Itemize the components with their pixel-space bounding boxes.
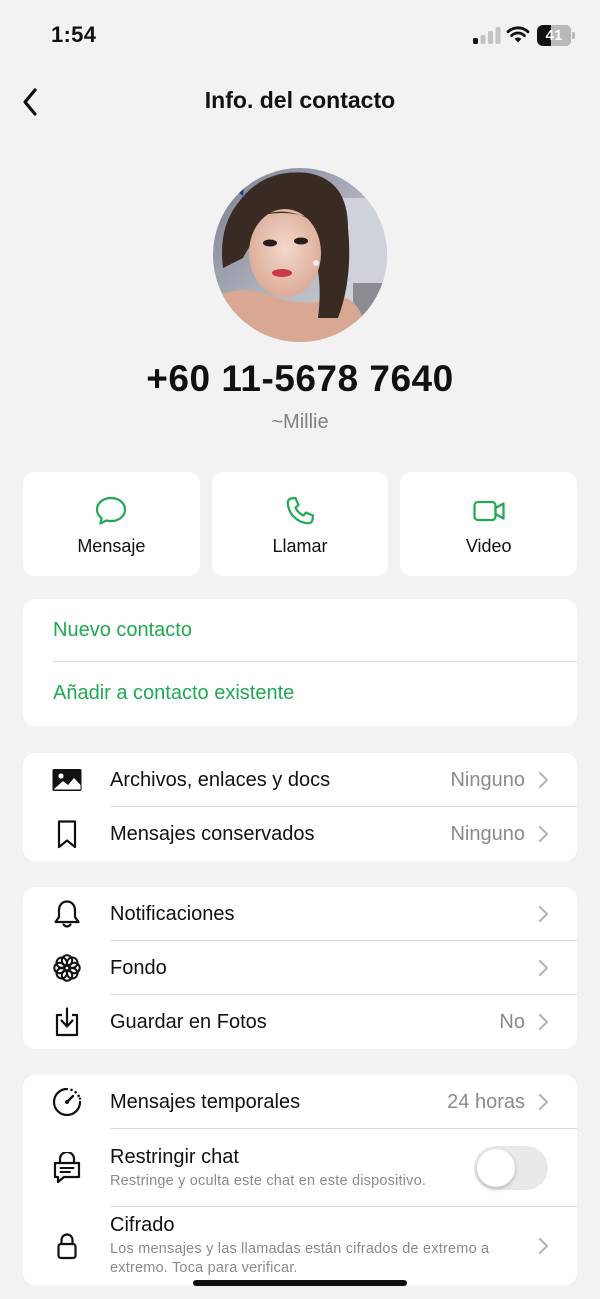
chevron-right-icon (538, 825, 549, 843)
starred-messages-row[interactable]: Mensajes conservados Ninguno (23, 807, 577, 861)
save-to-photos-value: No (499, 1010, 525, 1033)
chevron-right-icon (538, 959, 549, 977)
save-download-icon (55, 1007, 78, 1037)
status-time: 1:54 (51, 22, 97, 47)
restrict-chat-row: Restringir chat Restringe y oculta este … (23, 1129, 577, 1207)
restrict-chat-description: Restringe y oculta este chat en este dis… (110, 1172, 427, 1189)
toggle-knob (477, 1149, 515, 1187)
add-contact-card: Nuevo contacto Añadir a contacto existen… (23, 599, 577, 726)
timer-icon (52, 1087, 81, 1117)
wifi-icon (506, 26, 530, 43)
video-button-label: Video (465, 536, 512, 556)
new-contact-button[interactable]: Nuevo contacto (23, 599, 577, 662)
disappearing-messages-row[interactable]: Mensajes temporales 24 horas (23, 1075, 577, 1129)
wallpaper-label: Fondo (110, 956, 167, 979)
wallpaper-row[interactable]: Fondo (23, 941, 577, 995)
flower-icon (52, 954, 81, 982)
lock-icon (56, 1233, 77, 1260)
battery-percentage: 41 (545, 27, 563, 44)
video-camera-icon (473, 500, 505, 522)
status-bar: 1:54 41 (0, 0, 600, 72)
notifications-label: Notificaciones (110, 902, 235, 925)
save-to-photos-row[interactable]: Guardar en Fotos No (23, 995, 577, 1049)
chevron-right-icon (538, 771, 549, 789)
encryption-label: Cifrado (110, 1214, 175, 1236)
starred-messages-label: Mensajes conservados (110, 822, 315, 845)
save-to-photos-label: Guardar en Fotos (110, 1010, 267, 1033)
signal-icon (473, 27, 501, 44)
contact-phone-number: +60 11-5678 7640 (146, 358, 454, 399)
notifications-row[interactable]: Notificaciones (23, 887, 577, 941)
bookmark-icon (57, 820, 76, 849)
disappearing-messages-value: 24 horas (447, 1090, 525, 1113)
settings-card: Notificaciones Fondo Guardar en Fotos No (23, 887, 577, 1049)
chevron-right-icon (538, 905, 549, 923)
chat-lock-icon (53, 1152, 80, 1184)
encryption-row[interactable]: Cifrado Los mensajes y las llamadas está… (23, 1207, 577, 1285)
home-indicator[interactable] (193, 1280, 407, 1286)
starred-messages-value: Ninguno (450, 822, 525, 845)
battery-icon: 41 (537, 25, 575, 46)
image-icon (52, 769, 81, 791)
phone-icon (286, 496, 315, 525)
media-card: Archivos, enlaces y docs Ninguno Mensaje… (23, 753, 577, 861)
message-button-label: Mensaje (77, 536, 146, 556)
video-button[interactable]: Video (400, 472, 578, 576)
restrict-chat-label: Restringir chat (110, 1145, 239, 1168)
media-links-docs-value: Ninguno (450, 768, 525, 791)
avatar-photo (213, 168, 387, 342)
bell-icon (53, 900, 80, 928)
chevron-right-icon (538, 1093, 549, 1111)
chevron-right-icon (538, 1013, 549, 1031)
message-bubble-icon (96, 496, 127, 525)
chevron-right-icon (538, 1237, 549, 1255)
media-links-docs-label: Archivos, enlaces y docs (110, 768, 331, 791)
contact-avatar[interactable] (213, 168, 387, 342)
contact-name: ~Millie (271, 411, 329, 433)
restrict-chat-toggle[interactable] (474, 1146, 548, 1190)
encryption-description: Los mensajes y las llamadas están cifrad… (110, 1241, 490, 1276)
add-to-existing-contact-button[interactable]: Añadir a contacto existente (23, 662, 577, 725)
privacy-card: Mensajes temporales 24 horas Restringir … (23, 1075, 577, 1285)
message-button[interactable]: Mensaje (23, 472, 200, 576)
disappearing-messages-label: Mensajes temporales (110, 1090, 301, 1113)
call-button-label: Llamar (272, 536, 328, 556)
media-links-docs-row[interactable]: Archivos, enlaces y docs Ninguno (23, 753, 577, 807)
nav-bar: Info. del contacto (0, 72, 600, 132)
page-title: Info. del contacto (204, 87, 396, 113)
action-buttons: Mensaje Llamar Video (23, 472, 578, 576)
call-button[interactable]: Llamar (211, 472, 389, 576)
